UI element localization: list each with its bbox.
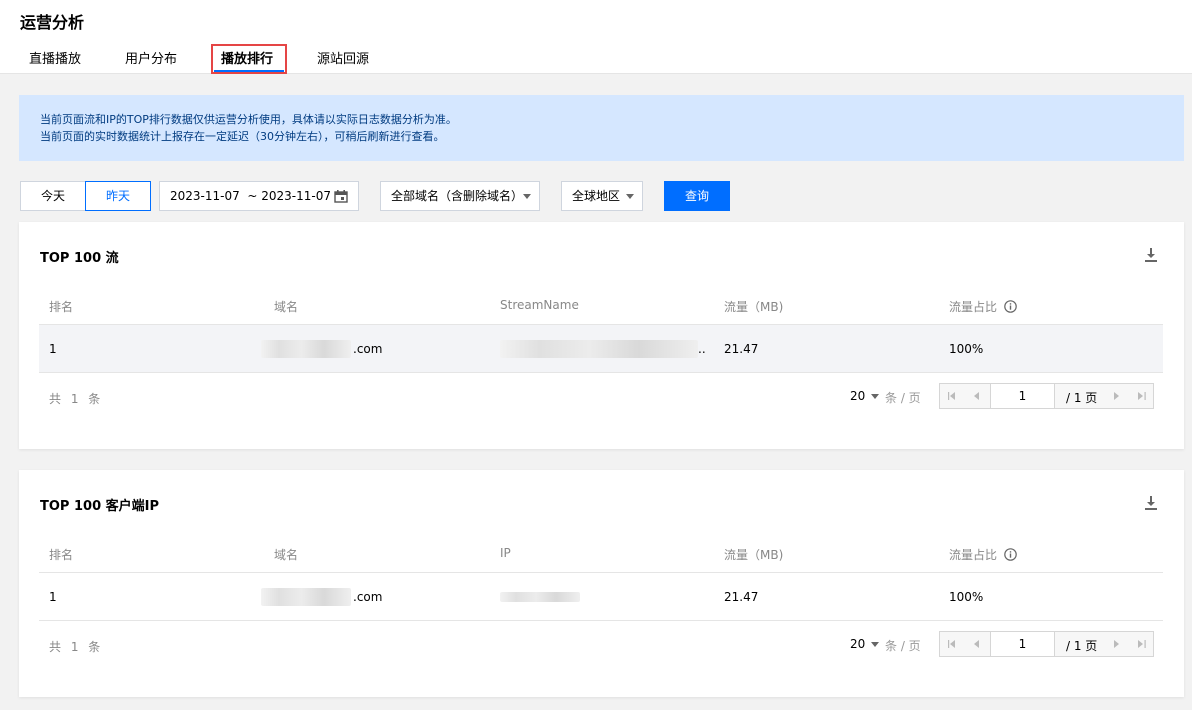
- tab-origin-pull[interactable]: 源站回源: [317, 50, 369, 72]
- top-bar: 运营分析 直播播放 用户分布 播放排行 源站回源: [0, 0, 1192, 74]
- next-page-icon: [1114, 640, 1119, 648]
- table-row: 1 .com .. 21.47 100%: [39, 325, 1163, 373]
- header-traffic-ratio: 流量占比: [949, 546, 1017, 563]
- domain-select-value: 全部域名（含删除域名）: [391, 189, 524, 203]
- redacted-domain: [261, 340, 351, 358]
- chevron-down-icon: [626, 194, 634, 199]
- total-count: 共 1 条: [49, 392, 104, 406]
- page-size-value: 20: [850, 637, 866, 651]
- card-title: TOP 100 客户端IP: [40, 499, 159, 514]
- redacted-ip: [500, 592, 580, 602]
- prev-page-button[interactable]: [965, 384, 990, 408]
- next-page-button[interactable]: [1104, 384, 1129, 408]
- date-range-picker[interactable]: 2023-11-07 ~ 2023-11-07: [159, 181, 359, 211]
- pagination: 1 / 1 页: [939, 383, 1154, 409]
- calendar-icon: [334, 190, 348, 203]
- last-page-button[interactable]: [1129, 632, 1154, 656]
- last-page-icon: [1138, 392, 1146, 400]
- tab-live-playback[interactable]: 直播播放: [29, 50, 81, 72]
- domain-select[interactable]: 全部域名（含删除域名）: [380, 181, 540, 211]
- first-page-icon: [948, 392, 955, 400]
- tab-playback-ranking[interactable]: 播放排行: [221, 50, 273, 72]
- download-icon[interactable]: [1145, 496, 1157, 510]
- first-page-button[interactable]: [940, 384, 965, 408]
- last-page-button[interactable]: [1129, 384, 1154, 408]
- header-traffic-ratio: 流量占比: [949, 298, 1017, 315]
- header-rank: 排名: [49, 548, 74, 562]
- region-select[interactable]: 全球地区: [561, 181, 643, 211]
- chevron-down-icon: [871, 642, 880, 647]
- header-traffic-ratio-label: 流量占比: [949, 548, 998, 562]
- header-traffic: 流量（MB): [724, 548, 784, 562]
- info-icon[interactable]: [1004, 548, 1017, 561]
- page-size-select[interactable]: 20: [850, 637, 880, 651]
- cell-rank: 1: [49, 590, 57, 604]
- chevron-down-icon: [523, 194, 531, 199]
- prev-page-icon: [974, 640, 979, 648]
- tab-user-distribution[interactable]: 用户分布: [125, 50, 177, 72]
- today-button[interactable]: 今天: [20, 181, 86, 211]
- card-title: TOP 100 流: [40, 251, 119, 266]
- notice-line-2: 当前页面的实时数据统计上报存在一定延迟（30分钟左右），可稍后刷新进行查看。: [40, 130, 445, 143]
- first-page-button[interactable]: [940, 632, 965, 656]
- cell-traffic-ratio: 100%: [949, 590, 984, 604]
- page-size-select[interactable]: 20: [850, 389, 880, 403]
- cell-rank: 1: [49, 342, 57, 356]
- page-title: 运营分析: [20, 13, 85, 32]
- header-domain: 域名: [274, 300, 299, 314]
- header-rank: 排名: [49, 300, 74, 314]
- header-traffic-ratio-label: 流量占比: [949, 300, 998, 314]
- top-client-ip-card: TOP 100 客户端IP 排名 域名 IP 流量（MB) 流量占比 1 .co…: [19, 470, 1184, 697]
- table-header: 排名 域名 IP 流量（MB) 流量占比: [39, 536, 1163, 573]
- region-select-value: 全球地区: [572, 189, 621, 203]
- page-size-value: 20: [850, 389, 866, 403]
- download-icon[interactable]: [1145, 248, 1157, 262]
- redacted-streamname: [500, 340, 698, 358]
- header-streamname: StreamName: [500, 298, 579, 312]
- cell-domain-suffix: .com: [353, 342, 383, 356]
- pagination: 1 / 1 页: [939, 631, 1154, 657]
- next-page-icon: [1114, 392, 1119, 400]
- page-number-input[interactable]: 1: [990, 631, 1055, 657]
- table-header: 排名 域名 StreamName 流量（MB) 流量占比: [39, 288, 1163, 325]
- first-page-icon: [948, 640, 955, 648]
- total-pages: / 1 页: [1066, 391, 1098, 405]
- total-pages: / 1 页: [1066, 639, 1098, 653]
- notice-line-1: 当前页面流和IP的TOP排行数据仅供运营分析使用，具体请以实际日志数据分析为准。: [40, 113, 457, 126]
- chevron-down-icon: [871, 394, 880, 399]
- query-button[interactable]: 查询: [664, 181, 730, 211]
- header-traffic: 流量（MB): [724, 300, 784, 314]
- last-page-icon: [1138, 640, 1146, 648]
- next-page-button[interactable]: [1104, 632, 1129, 656]
- top-streams-card: TOP 100 流 排名 域名 StreamName 流量（MB) 流量占比 1…: [19, 222, 1184, 449]
- cell-traffic: 21.47: [724, 342, 759, 356]
- info-icon[interactable]: [1004, 300, 1017, 313]
- total-count: 共 1 条: [49, 640, 104, 654]
- per-page-label: 条 / 页: [885, 391, 921, 405]
- prev-page-button[interactable]: [965, 632, 990, 656]
- cell-domain-suffix: .com: [353, 590, 383, 604]
- header-domain: 域名: [274, 548, 299, 562]
- date-range-value: 2023-11-07 ~ 2023-11-07: [170, 189, 331, 203]
- cell-traffic: 21.47: [724, 590, 759, 604]
- per-page-label: 条 / 页: [885, 639, 921, 653]
- info-notice: 当前页面流和IP的TOP排行数据仅供运营分析使用，具体请以实际日志数据分析为准。…: [19, 95, 1184, 161]
- yesterday-button[interactable]: 昨天: [85, 181, 151, 211]
- header-ip: IP: [500, 546, 511, 560]
- cell-traffic-ratio: 100%: [949, 342, 984, 356]
- cell-streamname-ellipsis: ..: [698, 342, 706, 356]
- prev-page-icon: [974, 392, 979, 400]
- table-row: 1 .com 21.47 100%: [39, 573, 1163, 621]
- redacted-domain: [261, 588, 351, 606]
- page-number-input[interactable]: 1: [990, 383, 1055, 409]
